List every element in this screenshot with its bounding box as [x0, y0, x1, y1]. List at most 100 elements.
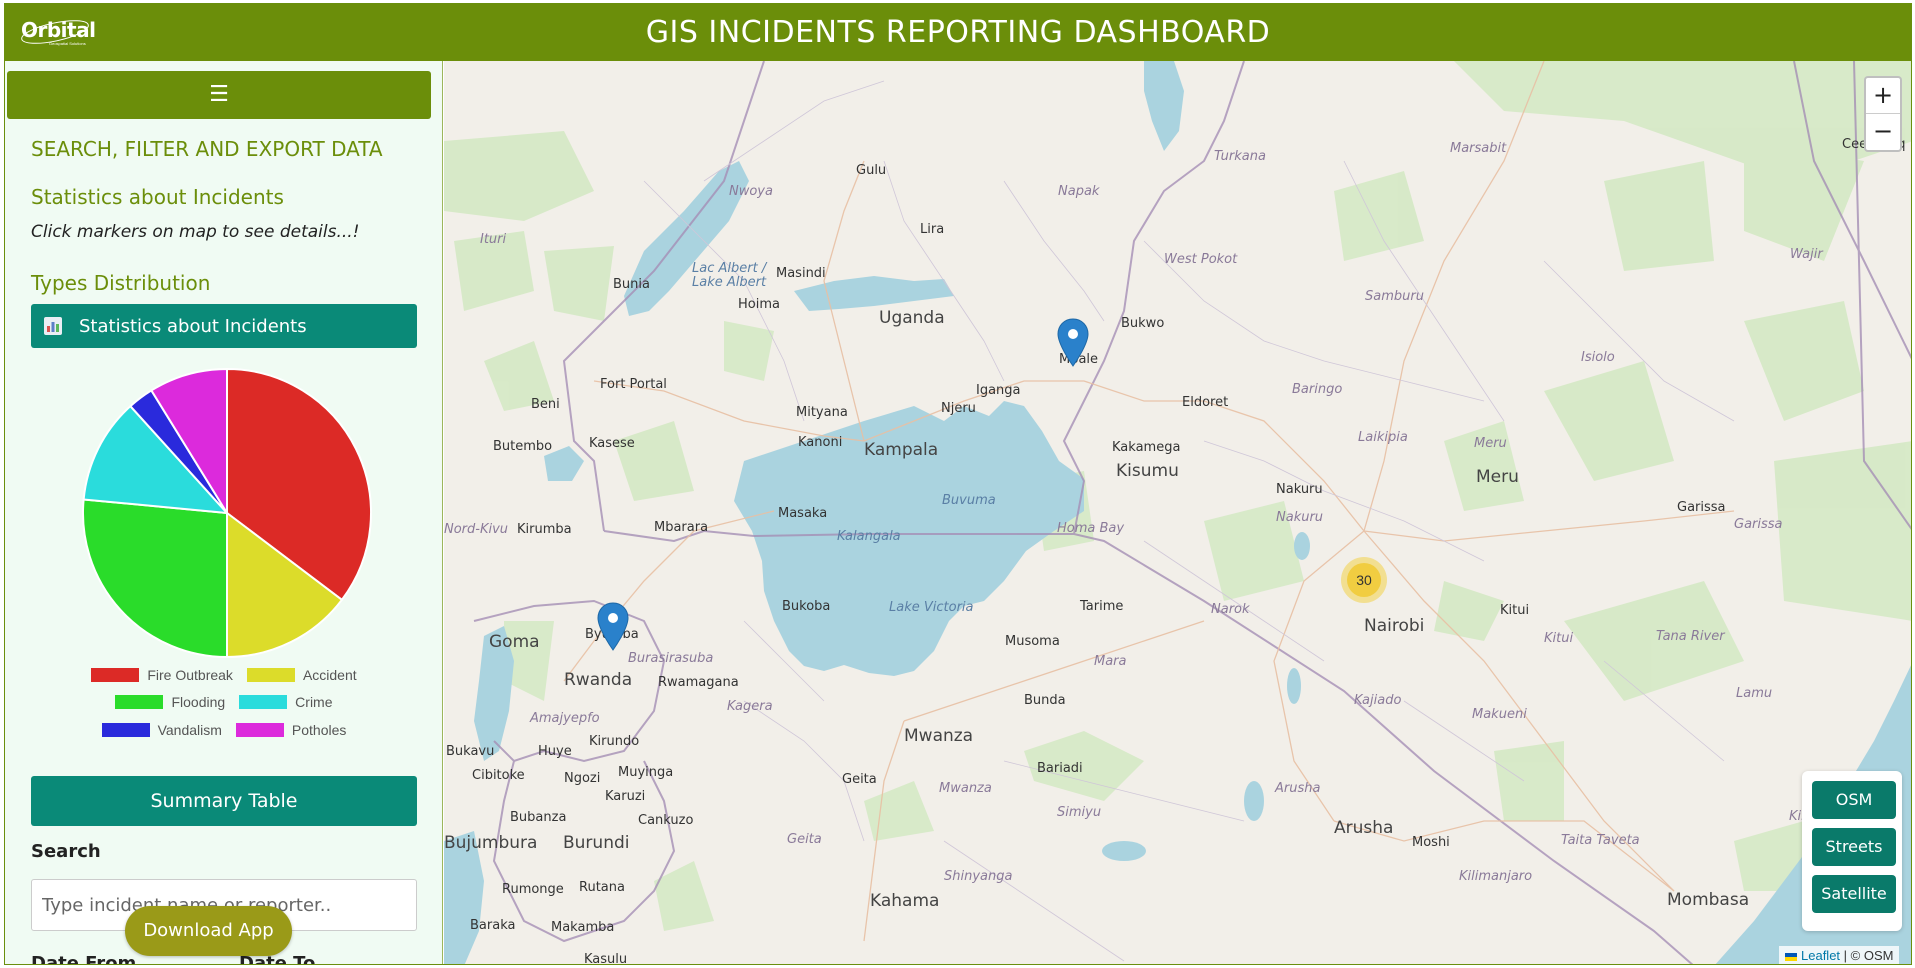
place-label: Rwanda	[564, 670, 633, 690]
place-label: Gulu	[856, 163, 887, 178]
place-label: Napak	[1058, 184, 1100, 199]
place-label: Lac Albert /	[692, 261, 767, 276]
place-label: Kahama	[870, 891, 940, 911]
zoom-out-button[interactable]: −	[1866, 114, 1900, 150]
place-label: Cankuzo	[638, 813, 694, 828]
place-label: Ngozi	[564, 771, 601, 786]
legend-swatch	[239, 695, 288, 710]
legend-item[interactable]: Fire Outbreak	[91, 667, 233, 683]
legend-item[interactable]: Crime	[239, 694, 333, 710]
legend-label: Flooding	[171, 694, 226, 711]
place-label: Rwamagana	[658, 675, 739, 690]
place-label: Lake Albert	[692, 275, 767, 290]
statistics-heading: Statistics about Incidents	[31, 185, 284, 209]
leaflet-link[interactable]: Leaflet	[1801, 948, 1840, 963]
place-label: Lamu	[1736, 686, 1773, 701]
place-label: Kisumu	[1116, 461, 1179, 481]
zoom-control: + −	[1864, 76, 1902, 152]
place-label: Karuzi	[605, 789, 646, 804]
place-label: Tana River	[1656, 629, 1725, 644]
place-label: Bukavu	[446, 744, 495, 759]
layer-osm-button[interactable]: OSM	[1812, 781, 1896, 819]
place-label: Arusha	[1275, 781, 1321, 796]
menu-toggle-button[interactable]: ☰	[7, 71, 431, 119]
marker-cluster[interactable]: 30	[1341, 557, 1387, 603]
place-label: Nwoya	[729, 184, 773, 199]
place-label: West Pokot	[1164, 252, 1238, 267]
place-label: Buvuma	[942, 493, 996, 508]
place-label: Kitui	[1500, 603, 1530, 618]
place-label: Cibitoke	[472, 768, 525, 783]
place-label: Kasulu	[584, 952, 628, 965]
place-label: Simiyu	[1057, 805, 1102, 820]
place-label: Kitui	[1544, 631, 1574, 646]
click-markers-hint: Click markers on map to see details...!	[31, 222, 360, 242]
place-label: Kajiado	[1354, 693, 1402, 708]
place-label: Bunia	[613, 277, 650, 292]
place-label: Kirundo	[589, 734, 640, 749]
place-label: Nakuru	[1276, 510, 1324, 525]
place-label: Kirumba	[517, 522, 572, 537]
place-label: Wajir	[1790, 247, 1823, 262]
statistics-button[interactable]: Statistics about Incidents	[31, 304, 417, 348]
place-label: Kalangala	[837, 529, 901, 544]
pie-legend: Fire Outbreak Accident Flooding Crime Vandal…	[31, 661, 417, 744]
layer-streets-button[interactable]: Streets	[1812, 828, 1896, 866]
map-attribution: Leaflet | © OSM	[1779, 946, 1900, 964]
place-label: Shinyanga	[944, 869, 1013, 884]
legend-row: Fire Outbreak Accident	[31, 661, 417, 689]
place-label: Butembo	[493, 439, 553, 454]
legend-swatch	[101, 722, 150, 737]
incident-marker-pin[interactable]	[1056, 318, 1090, 368]
place-label: Moshi	[1412, 835, 1450, 850]
statistics-button-label: Statistics about Incidents	[79, 316, 307, 337]
legend-item[interactable]: Accident	[246, 667, 357, 683]
legend-item[interactable]: Flooding	[115, 694, 225, 710]
place-label: Garissa	[1734, 517, 1783, 532]
legend-row: Flooding Crime	[31, 689, 417, 717]
place-label: Lake Victoria	[889, 600, 974, 615]
place-label: Masaka	[778, 506, 828, 521]
place-label: Muyinga	[618, 765, 674, 780]
place-label: Mbarara	[654, 520, 709, 535]
summary-table-button[interactable]: Summary Table	[31, 776, 417, 826]
search-label: Search	[31, 841, 101, 862]
map-view[interactable]: GuluNwoyaLiraNapakTurkanaMarsabitCeelwaa…	[444, 61, 1911, 965]
place-label: Masindi	[776, 266, 826, 281]
incident-marker-pin[interactable]	[596, 602, 630, 652]
place-label: Iganga	[976, 383, 1021, 398]
place-label: Meru	[1476, 467, 1519, 487]
place-label: Nairobi	[1364, 616, 1425, 636]
place-label: Laikipia	[1358, 430, 1408, 445]
place-label: Taita Taveta	[1561, 833, 1640, 848]
app-window: Orbital Geospatial Solutions GIS INCIDEN…	[4, 3, 1912, 965]
place-label: Goma	[489, 632, 540, 652]
place-label: Ituri	[480, 232, 507, 247]
place-label: Njeru	[941, 401, 976, 416]
legend-item[interactable]: Potholes	[235, 722, 346, 738]
place-label: Beni	[531, 397, 560, 412]
place-label: Geita	[787, 832, 822, 847]
place-label: Kagera	[727, 699, 773, 714]
download-app-button[interactable]: Download App	[125, 906, 292, 956]
place-label: Bariadi	[1037, 761, 1083, 776]
cluster-count: 30	[1347, 563, 1381, 597]
place-label: Baraka	[470, 918, 516, 933]
place-label: Mityana	[796, 405, 848, 420]
attribution-osm: | © OSM	[1840, 948, 1894, 963]
layer-satellite-button[interactable]: Satellite	[1812, 875, 1896, 913]
place-label: Arusha	[1334, 818, 1394, 838]
basemap-layer-panel: OSM Streets Satellite	[1802, 771, 1902, 931]
place-label: Lira	[920, 222, 945, 237]
legend-swatch	[246, 667, 295, 682]
legend-swatch	[235, 722, 284, 737]
incident-types-pie-chart	[82, 367, 372, 659]
place-label: Mara	[1094, 654, 1127, 669]
date-from-label: Date From	[31, 953, 137, 965]
ukraine-flag-icon	[1785, 952, 1797, 961]
legend-label: Vandalism	[157, 721, 222, 738]
place-label: Samburu	[1365, 289, 1424, 304]
legend-item[interactable]: Vandalism	[101, 721, 222, 738]
zoom-in-button[interactable]: +	[1866, 78, 1900, 114]
pie-slice-flooding[interactable]	[82, 498, 228, 659]
